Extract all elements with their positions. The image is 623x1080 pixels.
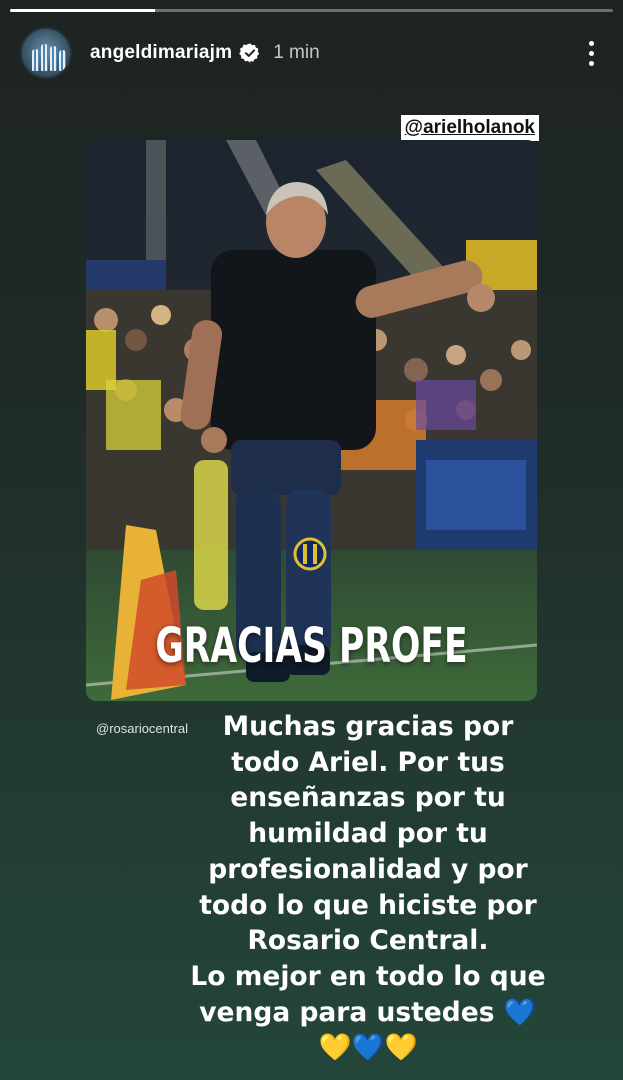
story-viewer[interactable]: angeldimariajm 1 min @arielholanok GRACI… [0, 0, 623, 1080]
story-progress-bar [10, 9, 613, 12]
caption-line: enseñanzas por tu [230, 782, 506, 814]
photo-overlay-text: GRACIAS PROFE [155, 618, 468, 674]
avatar[interactable] [20, 27, 72, 79]
caption-line: Lo mejor en todo lo que [190, 960, 546, 992]
story-progress-fill [10, 9, 155, 12]
caption-line: Muchas gracias por [222, 711, 514, 742]
blue-heart-icon: 💙 [351, 1032, 385, 1064]
caption-line: todo Ariel. Por tus [231, 746, 505, 778]
verified-badge-icon [239, 42, 261, 64]
blue-heart-icon: 💙 [503, 996, 537, 1028]
story-photo: GRACIAS PROFE [86, 140, 537, 701]
post-time: 1 min [273, 42, 320, 63]
more-options-icon[interactable] [579, 37, 603, 69]
yellow-heart-icon: 💛 [384, 1032, 418, 1064]
caption-line-with-emoji: venga para ustedes 💙 [190, 995, 546, 1031]
coach-photo-illustration [86, 140, 537, 701]
caption-line: profesionalidad y por [208, 853, 528, 885]
username[interactable]: angeldimariajm [90, 42, 232, 64]
caption-line: Rosario Central. [247, 925, 489, 957]
mention-sticker[interactable]: @arielholanok [400, 115, 539, 141]
yellow-heart-icon: 💛 [318, 1032, 352, 1064]
source-mention-tag[interactable]: @rosariocentral [96, 721, 188, 736]
caption-line: todo lo que hiciste por [199, 889, 537, 921]
caption-line: humildad por tu [248, 818, 488, 850]
emoji-row: 💛💙💛 [190, 1030, 546, 1066]
caption-line: venga para ustedes [199, 996, 495, 1028]
story-caption: Muchas gracias por todo Ariel. Por tus e… [190, 709, 546, 1066]
story-header: angeldimariajm 1 min [20, 26, 603, 80]
